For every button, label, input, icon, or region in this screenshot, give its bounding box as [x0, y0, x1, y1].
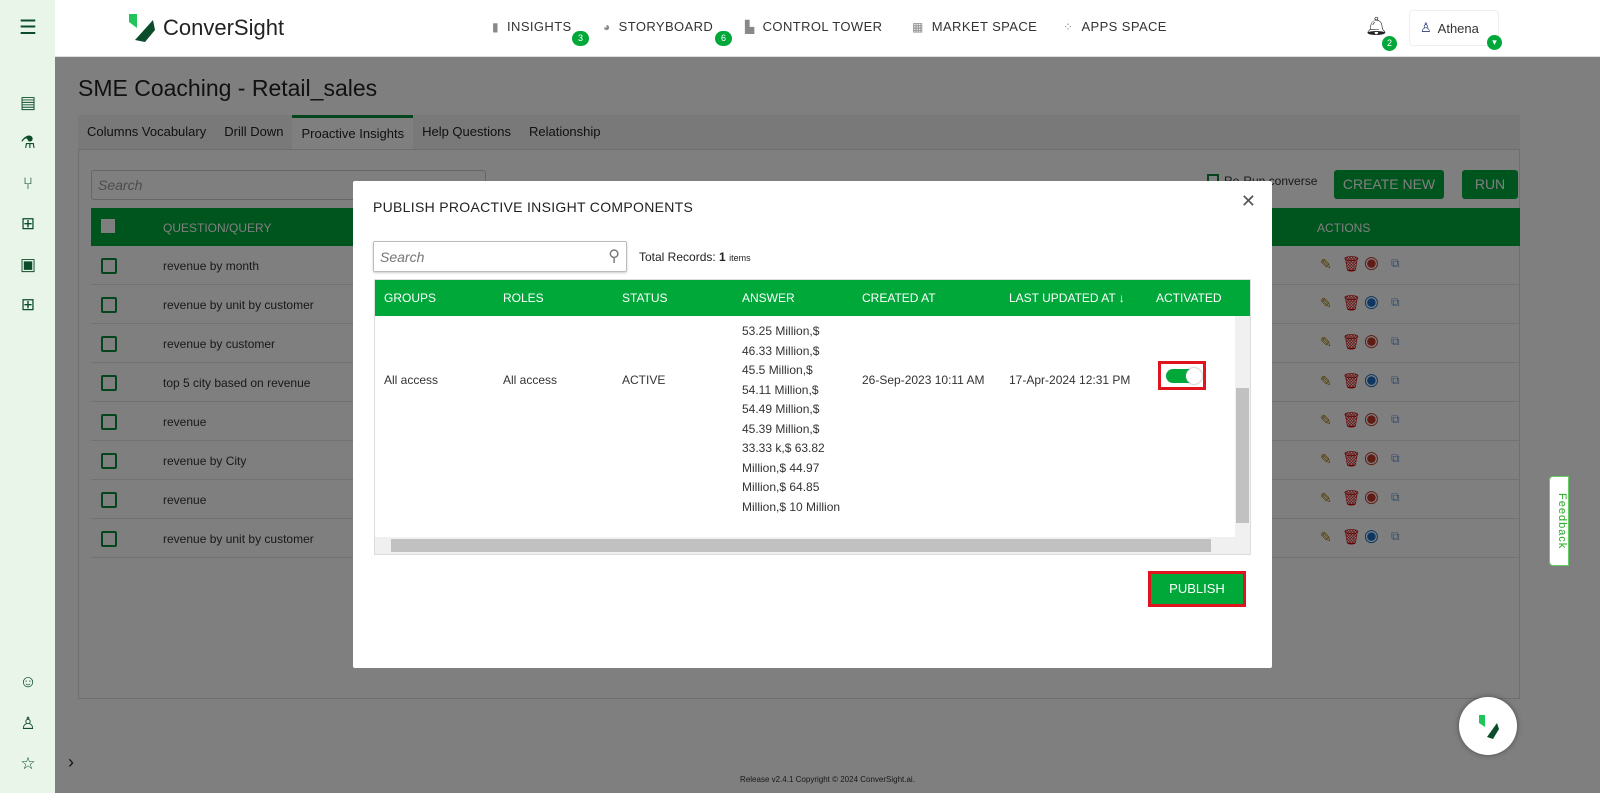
- publish-modal: PUBLISH PROACTIVE INSIGHT COMPONENTS ✕ ⚲…: [353, 181, 1272, 668]
- nav-apps-space[interactable]: ⁘ APPS SPACE: [1063, 19, 1167, 34]
- nav-market-space[interactable]: ▦ MARKET SPACE: [912, 19, 1037, 34]
- col-created-at[interactable]: CREATED AT: [862, 291, 936, 305]
- brand-logo[interactable]: ConverSight: [125, 12, 284, 44]
- flask-icon[interactable]: ⚗: [17, 132, 39, 154]
- hierarchy-icon[interactable]: ⊞: [17, 213, 39, 235]
- presentation-icon[interactable]: ▣: [17, 254, 39, 276]
- branch-icon[interactable]: ⑂: [17, 173, 39, 195]
- publish-button[interactable]: PUBLISH: [1148, 571, 1246, 607]
- total-count: 1: [719, 250, 726, 264]
- total-records: Total Records: 1 items: [639, 250, 751, 264]
- table-row: All access All access ACTIVE 53.25 Milli…: [375, 316, 1236, 539]
- nav-control-tower[interactable]: ▙ CONTROL TOWER: [745, 19, 882, 34]
- bot-face-icon[interactable]: ☺: [17, 671, 39, 693]
- dropdown-arrow-icon[interactable]: ▾: [1487, 35, 1502, 50]
- cell-status: ACTIVE: [622, 373, 666, 387]
- close-icon[interactable]: ✕: [1241, 191, 1256, 212]
- cell-groups: All access: [384, 373, 439, 387]
- store-icon: ▦: [912, 19, 924, 34]
- cell-answer: 53.25 Million,$ 46.33 Million,$ 45.5 Mil…: [742, 324, 841, 514]
- horizontal-scrollbar[interactable]: [375, 537, 1250, 554]
- nav-insights[interactable]: ▮ INSIGHTS: [492, 19, 572, 34]
- sidebar: ☰ ▤ ⚗ ⑂ ⊞ ▣ ⊞ ☺ ♙ ☆: [0, 0, 55, 793]
- search-icon[interactable]: ⚲: [608, 246, 620, 266]
- storyboard-badge: 6: [715, 31, 732, 46]
- notification-badge: 2: [1382, 36, 1397, 51]
- bar-chart-icon: ▮: [492, 19, 500, 34]
- star-icon[interactable]: ☆: [17, 753, 39, 775]
- bot-logo-icon: [1479, 715, 1499, 739]
- bell-icon[interactable]: 🔔︎: [1365, 16, 1388, 37]
- user-icon: ♙: [1420, 20, 1432, 35]
- col-activated[interactable]: ACTIVATED: [1156, 291, 1222, 305]
- menu-icon[interactable]: ☰: [17, 17, 39, 39]
- grid-icon: ⁘: [1063, 19, 1074, 34]
- activated-toggle[interactable]: [1158, 361, 1206, 390]
- col-answer[interactable]: ANSWER: [742, 291, 795, 305]
- factory-icon: ▙: [745, 19, 755, 34]
- cell-roles: All access: [503, 373, 558, 387]
- modal-title: PUBLISH PROACTIVE INSIGHT COMPONENTS: [373, 199, 694, 215]
- col-last-updated-at[interactable]: LAST UPDATED AT ↓: [1009, 291, 1125, 305]
- users-icon[interactable]: ♙: [17, 713, 39, 735]
- modal-search: ⚲: [373, 241, 627, 272]
- nav-label: APPS SPACE: [1081, 19, 1167, 34]
- cell-last-updated: 17-Apr-2024 12:31 PM: [1009, 373, 1131, 387]
- top-header: ConverSight ▮ INSIGHTS 3 ◕ STORYBOARD 6 ▙ C…: [55, 0, 1600, 57]
- modal-search-input[interactable]: [374, 242, 594, 271]
- feedback-tab[interactable]: Feedback: [1549, 476, 1569, 566]
- cell-created-at: 26-Sep-2023 10:11 AM: [862, 373, 985, 387]
- user-name: Athena: [1437, 20, 1479, 36]
- publish-table: GROUPS ROLES STATUS ANSWER CREATED AT LA…: [374, 279, 1251, 555]
- brand-name: ConverSight: [163, 15, 285, 40]
- nav-label: STORYBOARD: [618, 19, 714, 34]
- user-menu[interactable]: ♙ Athena: [1409, 10, 1499, 46]
- nav-storyboard[interactable]: ◕ STORYBOARD: [603, 19, 713, 34]
- org-chart-icon[interactable]: ⊞: [17, 294, 39, 316]
- expand-chevron-icon[interactable]: ›: [68, 752, 74, 773]
- nav-label: MARKET SPACE: [931, 19, 1038, 34]
- gauge-icon: ◕: [603, 19, 611, 34]
- insights-badge: 3: [572, 31, 589, 46]
- conversight-logo-icon: [129, 14, 155, 42]
- chat-bot-button[interactable]: [1459, 697, 1517, 755]
- nav-label: INSIGHTS: [507, 19, 572, 34]
- total-unit: items: [729, 253, 751, 263]
- col-status[interactable]: STATUS: [622, 291, 668, 305]
- vertical-scrollbar[interactable]: [1235, 316, 1250, 539]
- nav-label: CONTROL TOWER: [762, 19, 883, 34]
- total-label: Total Records:: [639, 250, 716, 264]
- report-icon[interactable]: ▤: [17, 92, 39, 114]
- col-groups[interactable]: GROUPS: [384, 291, 436, 305]
- table-header: GROUPS ROLES STATUS ANSWER CREATED AT LA…: [375, 280, 1250, 316]
- col-roles[interactable]: ROLES: [503, 291, 544, 305]
